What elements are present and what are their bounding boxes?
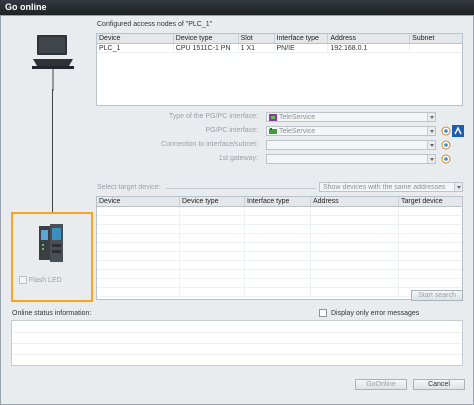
table-row[interactable]: PLC_1 CPU 1511C-1 PN 1 X1 PN/IE 192.168.…	[97, 44, 462, 53]
cell-device: PLC_1	[97, 44, 174, 52]
chevron-down-icon[interactable]	[427, 155, 435, 163]
column-header: Interface type	[245, 197, 311, 206]
flash-led-label: Flash LED	[29, 277, 62, 284]
target-filter-select[interactable]: Show devices with the same addresses	[319, 182, 463, 192]
status-icon[interactable]	[441, 140, 451, 150]
pgpc-type-label: Type of the PG/PC interface:	[168, 113, 258, 120]
table-row	[97, 252, 462, 261]
error-only-checkbox[interactable]	[319, 309, 327, 317]
column-header: Device	[97, 197, 180, 206]
target-devices-table: Device Device type Interface type Addres…	[96, 196, 463, 300]
pc-icon	[32, 35, 74, 91]
start-search-button[interactable]: Start search	[411, 290, 463, 301]
column-header: Device	[97, 34, 174, 43]
flash-led-checkbox[interactable]	[19, 276, 27, 284]
cell-device-type: CPU 1511C-1 PN	[174, 44, 239, 52]
connection-label: Connection to interface/subnet:	[161, 141, 258, 148]
connection-line	[52, 89, 53, 219]
divider	[166, 188, 316, 189]
chevron-down-icon[interactable]	[427, 113, 435, 121]
pgpc-type-value: TeleService	[279, 114, 316, 121]
gateway-label: 1st gateway:	[218, 155, 258, 162]
properties-icon[interactable]	[452, 125, 464, 137]
cell-interface-type: PN/IE	[275, 44, 329, 52]
column-header: Target device	[401, 198, 443, 205]
go-online-button[interactable]: GoOnline	[355, 379, 407, 390]
configured-nodes-table: Device Device type Slot Interface type A…	[96, 33, 463, 106]
select-target-label: Select target device:	[97, 184, 161, 191]
table-row	[97, 270, 462, 279]
table-row	[97, 243, 462, 252]
teleservice-icon	[269, 114, 277, 121]
online-status-log[interactable]	[11, 320, 463, 366]
column-header: Device type	[180, 197, 245, 206]
connection-select[interactable]	[266, 140, 436, 150]
table-row	[97, 234, 462, 243]
pgpc-type-select[interactable]: TeleService	[266, 112, 436, 122]
target-device-panel: Flash LED	[11, 212, 93, 302]
target-filter-value: Show devices with the same addresses	[323, 184, 446, 191]
cell-address: 192.168.0.1	[328, 44, 411, 52]
column-header: Device type	[174, 34, 239, 43]
status-icon[interactable]	[441, 126, 451, 136]
table-row	[97, 207, 462, 216]
gateway-select[interactable]	[266, 154, 436, 164]
column-header: Interface type	[275, 34, 329, 43]
table-row	[97, 225, 462, 234]
status-icon[interactable]	[441, 154, 451, 164]
configured-heading: Configured access nodes of "PLC_1"	[97, 21, 213, 28]
error-only-label: Display only error messages	[331, 310, 420, 317]
network-card-icon	[269, 128, 277, 134]
cell-slot: 1 X1	[239, 44, 275, 52]
table-row	[97, 216, 462, 225]
column-header: Slot	[239, 34, 275, 43]
chevron-down-icon[interactable]	[454, 183, 462, 191]
cell-subnet	[410, 44, 462, 52]
online-status-label: Online status information:	[12, 310, 92, 317]
column-header: Address	[328, 34, 411, 43]
window-title: Go online	[0, 0, 474, 15]
chevron-down-icon[interactable]	[427, 127, 435, 135]
pgpc-interface-label: PG/PC interface:	[205, 127, 258, 134]
table-header: Device Device type Slot Interface type A…	[97, 34, 462, 44]
table-row	[97, 261, 462, 270]
dialog-body: Configured access nodes of "PLC_1" Devic…	[0, 15, 474, 405]
table-row	[97, 288, 462, 297]
table-header: Device Device type Interface type Addres…	[97, 197, 462, 207]
column-header: Address	[311, 197, 399, 206]
pgpc-interface-value: TeleService	[279, 128, 316, 135]
chevron-down-icon[interactable]	[427, 141, 435, 149]
pgpc-interface-select[interactable]: TeleService	[266, 126, 436, 136]
table-row	[97, 279, 462, 288]
cancel-button[interactable]: Cancel	[413, 379, 465, 390]
plc-icon	[39, 224, 63, 262]
column-header: Subnet	[412, 35, 435, 42]
